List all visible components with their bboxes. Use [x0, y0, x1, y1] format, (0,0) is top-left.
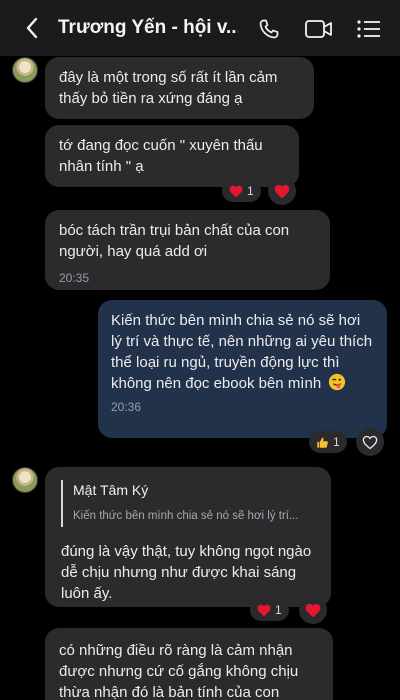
reaction-count: 1 [275, 603, 282, 617]
heart-icon [362, 435, 378, 449]
message-timestamp: 20:35 [59, 271, 90, 285]
react-button[interactable] [356, 428, 384, 456]
message-bubble[interactable]: đây là một trong số rất ít lần cảm thấy … [45, 57, 314, 119]
message-bubble[interactable]: Mật Tâm Ký Kiến thức bên mình chia sẻ nó… [45, 467, 331, 607]
back-button[interactable] [18, 14, 46, 42]
message-bubble[interactable]: có những điều rõ ràng là cảm nhận được n… [45, 628, 333, 700]
reaction-summary[interactable]: 1 [250, 599, 289, 621]
message-text-wrapper: Kiến thức bên mình chia sẻ nó sẽ hơi lý … [111, 310, 373, 394]
heart-icon [257, 604, 271, 616]
message-bubble-outgoing[interactable]: Kiến thức bên mình chia sẻ nó sẽ hơi lý … [98, 300, 387, 438]
reaction-summary[interactable]: 1 [309, 431, 347, 453]
call-button[interactable] [254, 14, 284, 44]
quoted-text: Kiến thức bên mình chia sẻ nó sẽ hơi lý … [73, 510, 299, 522]
chevron-left-icon [26, 17, 38, 39]
quoted-reply[interactable]: Mật Tâm Ký Kiến thức bên mình chia sẻ nó… [61, 480, 317, 527]
video-call-button[interactable] [303, 14, 335, 44]
thumbs-up-icon [317, 437, 328, 448]
avatar[interactable] [12, 467, 38, 493]
message-text: tớ đang đọc cuốn " xuyên thấu nhân tính … [59, 137, 263, 175]
message-timestamp: 20:36 [111, 400, 142, 414]
chat-header: Trương Yến - hội v... [0, 0, 400, 56]
reaction-count: 1 [247, 184, 254, 198]
avatar[interactable] [12, 57, 38, 83]
heart-icon [305, 603, 321, 617]
menu-list-icon [357, 20, 380, 38]
winking-tongue-emoji-icon [329, 373, 346, 391]
heart-icon [274, 184, 290, 198]
message-bubble[interactable]: bóc tách trần trụi bản chất của con ngườ… [45, 210, 330, 290]
menu-button[interactable] [354, 14, 384, 44]
reaction-summary[interactable]: 1 [222, 180, 261, 202]
quoted-author: Mật Tâm Ký [73, 482, 149, 498]
message-bubble[interactable]: tớ đang đọc cuốn " xuyên thấu nhân tính … [45, 125, 299, 187]
phone-icon [259, 19, 279, 39]
video-camera-icon [305, 20, 332, 38]
message-text: bóc tách trần trụi bản chất của con ngườ… [59, 222, 290, 260]
react-button[interactable] [268, 177, 296, 205]
react-button[interactable] [299, 596, 327, 624]
chat-title[interactable]: Trương Yến - hội v... [58, 17, 238, 39]
message-text: đây là một trong số rất ít lần cảm thấy … [59, 69, 278, 107]
reaction-count: 1 [333, 435, 340, 449]
message-text: có những điều rõ ràng là cảm nhận được n… [59, 642, 299, 700]
message-text: đúng là vậy thật, tuy không ngọt ngào dễ… [61, 543, 312, 602]
heart-icon [229, 185, 243, 197]
